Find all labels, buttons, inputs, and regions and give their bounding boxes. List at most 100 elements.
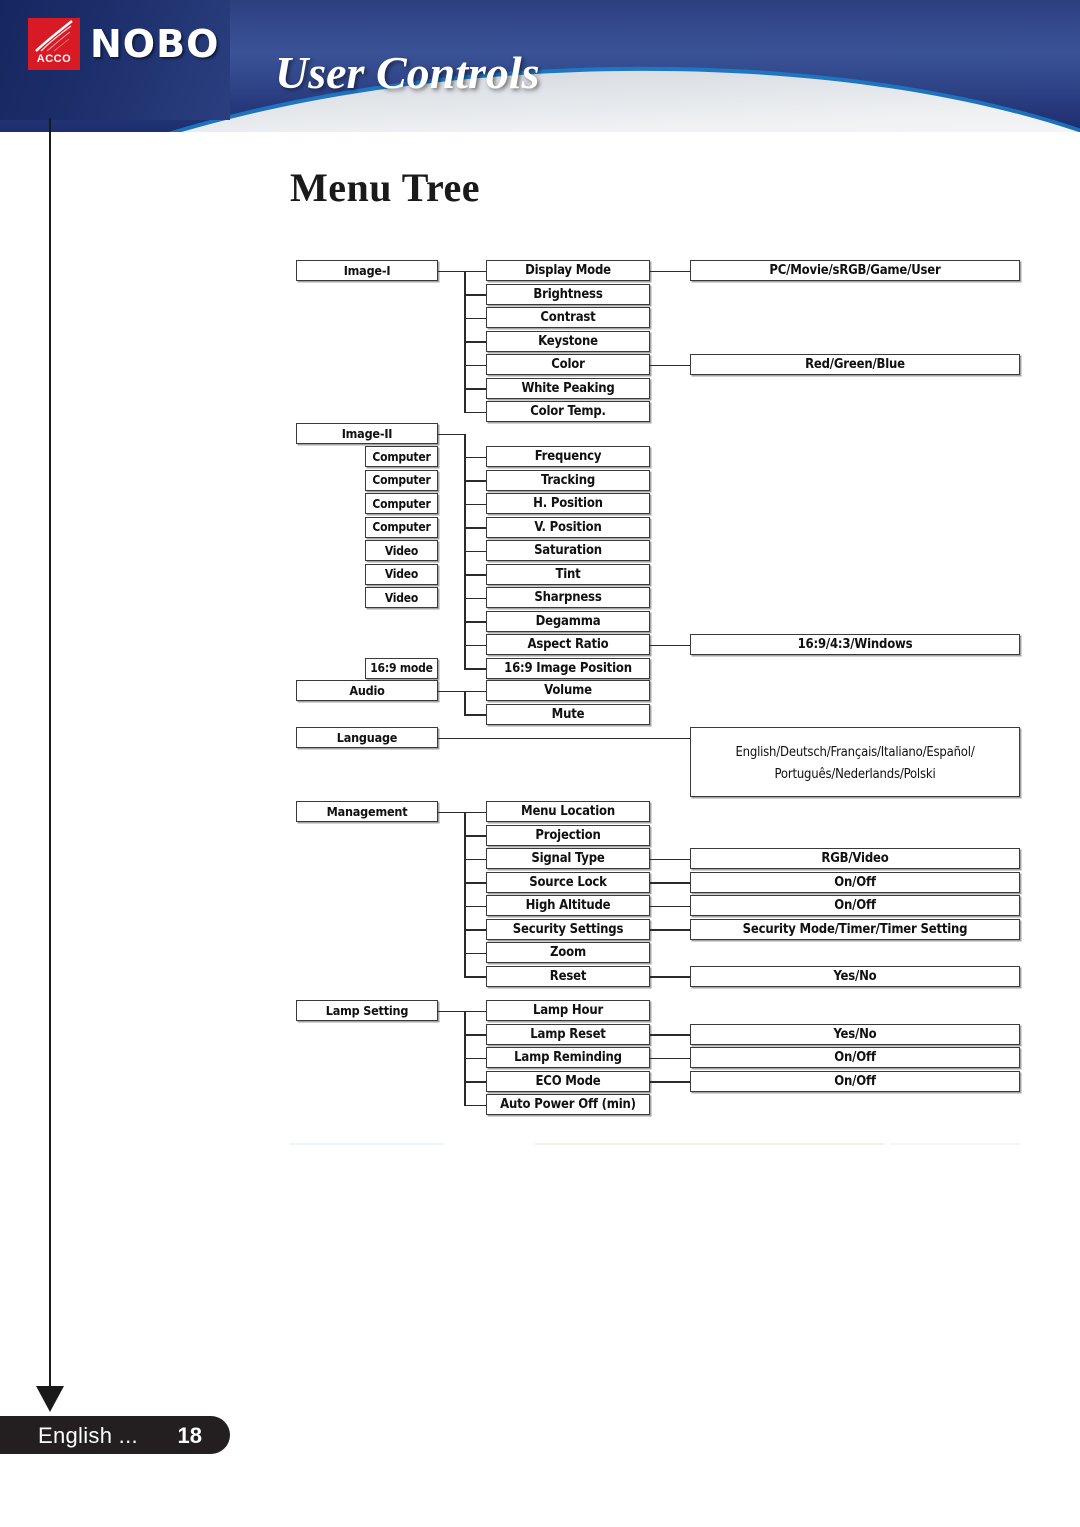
connector-language — [438, 737, 690, 739]
connector-values-lamp-reminding — [650, 1057, 690, 1059]
node-group-lamp-setting: Lamp Setting — [296, 1000, 438, 1021]
node-values-aspect-ratio: 16:9/4:3/Windows — [690, 634, 1020, 655]
connector-values-display-mode — [650, 270, 690, 272]
connector-item-degamma — [464, 621, 486, 623]
connector-item-menu-location — [464, 811, 486, 813]
connector-item-brightness — [464, 294, 486, 296]
connector-values-source-lock — [650, 882, 690, 884]
node-item-reset: Reset — [486, 965, 650, 987]
connector-values-reset — [650, 976, 690, 978]
connector-values-signal-type — [650, 858, 690, 860]
node-values-high-altitude: On/Off — [690, 895, 1020, 916]
node-values-reset: Yes/No — [690, 965, 1020, 987]
node-group-image-ii: Image-II — [296, 423, 438, 444]
node-values-security-settings: Security Mode/Timer/Timer Setting — [690, 918, 1020, 940]
language-values-line-2: Português/Nederlands/Polski — [774, 767, 936, 783]
connector-values-lamp-reset — [650, 1034, 690, 1036]
language-values-line-1: English/Deutsch/Français/Italiano/Españo… — [735, 745, 975, 760]
node-source-sharpness: Video — [365, 587, 438, 608]
node-group-language: Language — [296, 727, 438, 748]
connector-item-eco-mode — [464, 1081, 486, 1083]
node-values-eco-mode: On/Off — [690, 1070, 1020, 1092]
node-item-16-9-image-position: 16:9 Image Position — [486, 657, 650, 679]
connector-item-projection — [464, 835, 486, 837]
bus-image-ii — [464, 456, 466, 668]
node-item-high-altitude: High Altitude — [486, 895, 650, 916]
node-item-tracking: Tracking — [486, 469, 650, 491]
connector-item-lamp-reset — [464, 1034, 486, 1036]
node-source-frequency: Computer — [365, 446, 438, 467]
node-item-display-mode: Display Mode — [486, 260, 650, 281]
connector-item-keystone — [464, 341, 486, 343]
footer-page-indicator: English ... 18 — [0, 1416, 230, 1454]
node-group-audio: Audio — [296, 680, 438, 701]
connector-item-high-altitude — [464, 905, 486, 907]
node-source-tint: Video — [365, 563, 438, 585]
connector-item-lamp-reminding — [464, 1057, 486, 1059]
bus-audio — [464, 690, 466, 714]
connector-values-security-settings — [650, 929, 690, 931]
connector-item-frequency — [464, 456, 486, 458]
node-source-tracking: Computer — [365, 469, 438, 491]
node-item-white-peaking: White Peaking — [486, 377, 650, 399]
node-item-brightness: Brightness — [486, 283, 650, 305]
connector-item-lamp-hour — [464, 1010, 486, 1012]
node-item-frequency: Frequency — [486, 446, 650, 467]
node-values-color: Red/Green/Blue — [690, 354, 1020, 375]
node-item-zoom: Zoom — [486, 942, 650, 963]
node-item-contrast: Contrast — [486, 307, 650, 328]
node-group-management: Management — [296, 801, 438, 822]
connector-item-white-peaking — [464, 388, 486, 390]
node-source-h-position: Computer — [365, 493, 438, 514]
connector-item-tint — [464, 574, 486, 576]
node-values-language: English/Deutsch/Français/Italiano/Españo… — [690, 727, 1020, 797]
node-item-aspect-ratio: Aspect Ratio — [486, 634, 650, 655]
connector-item-sharpness — [464, 597, 486, 599]
footer-language-label: English ... — [38, 1423, 138, 1448]
connector-group-audio — [438, 690, 466, 692]
connector-values-color — [650, 364, 690, 366]
connector-group-image-ii — [438, 433, 466, 435]
node-item-projection: Projection — [486, 824, 650, 846]
node-item-mute: Mute — [486, 703, 650, 725]
node-item-color: Color — [486, 354, 650, 375]
node-item-h-position: H. Position — [486, 493, 650, 514]
connector-item-source-lock — [464, 882, 486, 884]
node-item-lamp-reminding: Lamp Reminding — [486, 1047, 650, 1068]
menu-tree-diagram: Image-I Display Mode PC/Movie/sRGB/Game/Us… — [0, 0, 1080, 1527]
node-values-lamp-reset: Yes/No — [690, 1023, 1020, 1045]
connector-item-display-mode — [464, 270, 486, 272]
connector-item-color-temp — [464, 411, 486, 413]
connector-item-auto-power-off-min — [464, 1104, 486, 1106]
connector-group-lamp-setting — [438, 1010, 466, 1012]
node-item-tint: Tint — [486, 563, 650, 585]
node-item-lamp-reset: Lamp Reset — [486, 1023, 650, 1045]
bus-stem-image-ii — [464, 433, 466, 457]
connector-group-image-i — [438, 270, 466, 272]
scan-artifact-rule-1 — [290, 1143, 445, 1145]
connector-item-reset — [464, 976, 486, 978]
node-item-volume: Volume — [486, 680, 650, 701]
node-item-v-position: V. Position — [486, 516, 650, 538]
node-item-color-temp: Color Temp. — [486, 401, 650, 422]
node-item-degamma: Degamma — [486, 610, 650, 632]
connector-item-aspect-ratio — [464, 644, 486, 646]
node-values-display-mode: PC/Movie/sRGB/Game/User — [690, 260, 1020, 281]
node-item-security-settings: Security Settings — [486, 918, 650, 940]
node-group-image-i: Image-I — [296, 260, 438, 281]
connector-values-eco-mode — [650, 1081, 690, 1083]
node-values-lamp-reminding: On/Off — [690, 1047, 1020, 1068]
node-item-lamp-hour: Lamp Hour — [486, 1000, 650, 1021]
connector-group-management — [438, 811, 466, 813]
node-item-saturation: Saturation — [486, 540, 650, 561]
connector-item-signal-type — [464, 858, 486, 860]
connector-item-16-9-image-position — [464, 668, 486, 670]
connector-item-h-position — [464, 503, 486, 505]
connector-values-high-altitude — [650, 905, 690, 907]
connector-item-mute — [464, 714, 486, 716]
node-values-source-lock: On/Off — [690, 871, 1020, 893]
footer-page-number: 18 — [177, 1423, 202, 1448]
node-source-saturation: Video — [365, 540, 438, 561]
node-item-auto-power-off-min: Auto Power Off (min) — [486, 1094, 650, 1115]
node-item-eco-mode: ECO Mode — [486, 1070, 650, 1092]
